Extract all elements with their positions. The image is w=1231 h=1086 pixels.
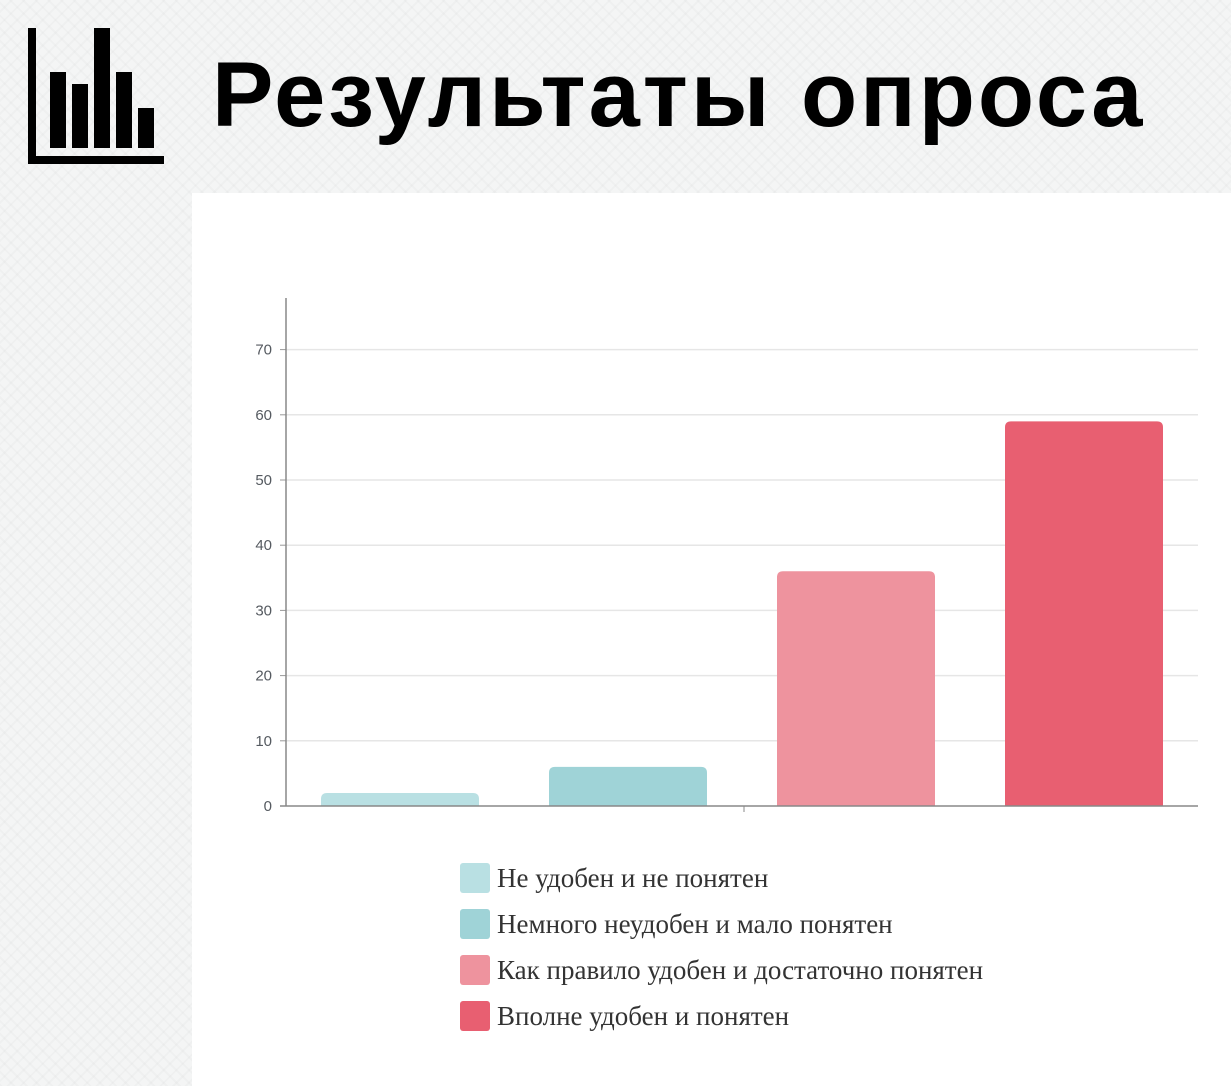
y-tick-label: 30 (255, 602, 272, 619)
chart-legend: Не удобен и не понятен Немного неудобен и… (460, 855, 983, 1039)
y-tick-label: 10 (255, 733, 272, 750)
page-title: Результаты опроса (212, 44, 1146, 146)
legend-label: Как правило удобен и достаточно понятен (497, 954, 984, 985)
legend-item: Вполне удобен и понятен (460, 993, 983, 1039)
y-tick-label: 20 (255, 668, 272, 685)
legend-label: Не удобен и не понятен (497, 862, 769, 893)
y-tick-label: 70 (255, 342, 272, 359)
legend-swatch (460, 863, 490, 893)
y-tick-label: 60 (255, 407, 272, 424)
legend-label: Немного неудобен и мало понятен (497, 908, 893, 939)
bar-3 (777, 571, 935, 806)
bar-chart-icon (28, 28, 164, 164)
chart-panel: 0 10 20 30 40 50 60 70 Не удобен и не понятен Не… (192, 193, 1231, 1086)
bar-2 (549, 766, 707, 806)
legend-item: Немного неудобен и мало понятен (460, 901, 983, 947)
y-tick-label: 50 (255, 472, 272, 489)
legend-swatch (460, 955, 490, 985)
legend-item: Не удобен и не понятен (460, 855, 983, 901)
y-tick-label: 40 (255, 537, 272, 554)
bar-1 (321, 792, 479, 806)
y-tick-label: 0 (264, 798, 272, 815)
legend-swatch (460, 1001, 490, 1031)
legend-swatch (460, 909, 490, 939)
bar-4 (1005, 421, 1163, 806)
legend-label: Вполне удобен и понятен (497, 1000, 790, 1031)
legend-item: Как правило удобен и достаточно понятен (460, 947, 983, 993)
